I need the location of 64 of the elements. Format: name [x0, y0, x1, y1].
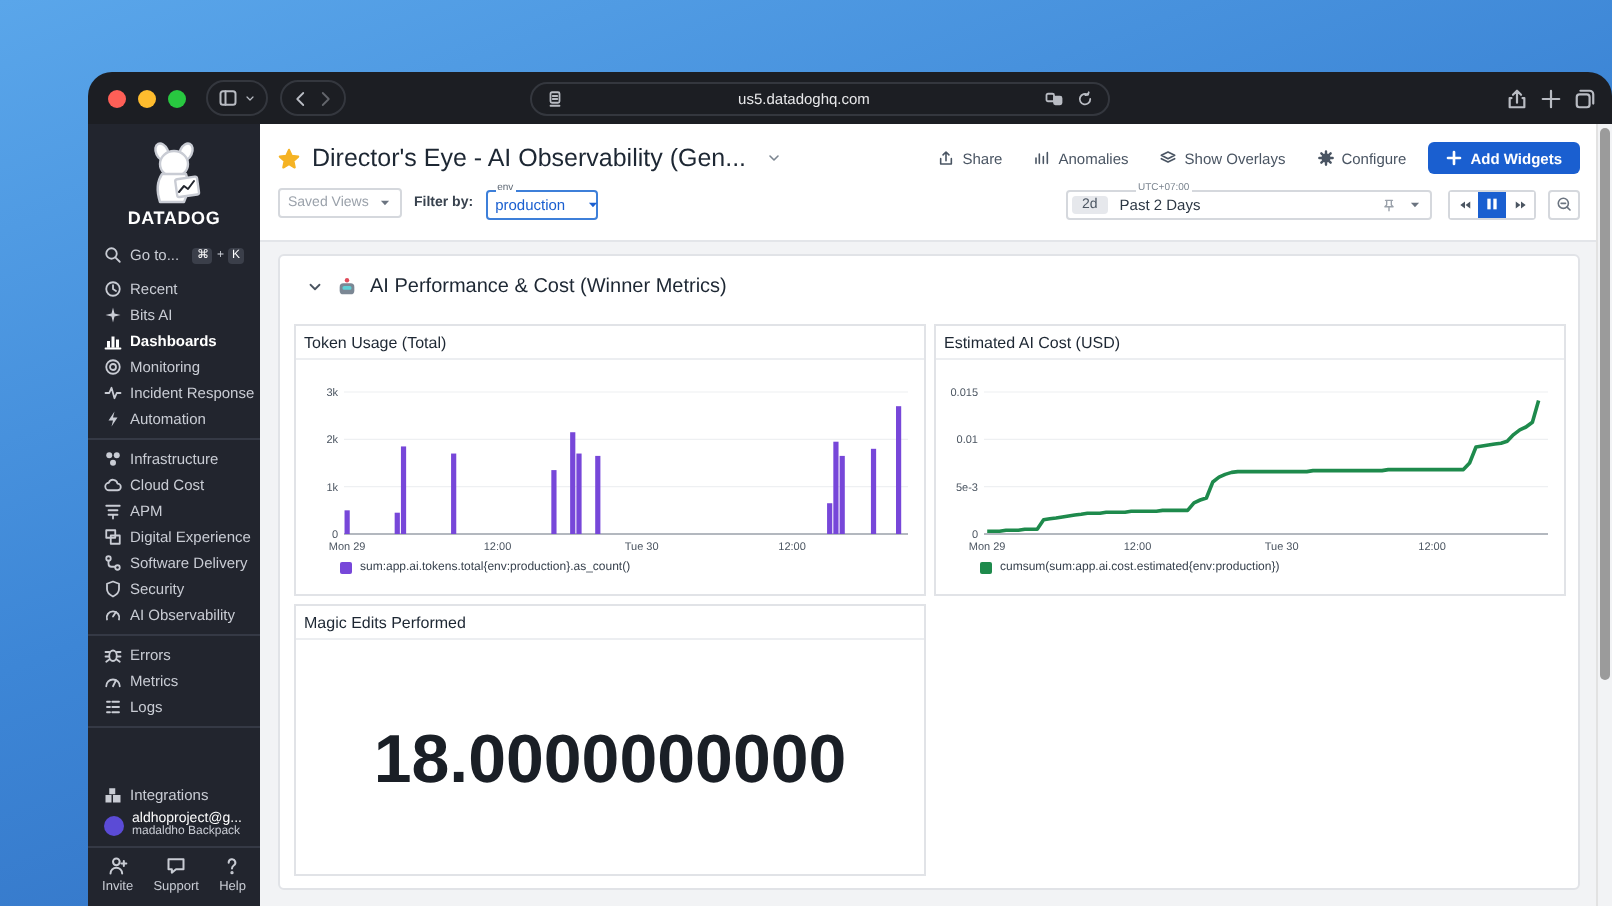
caret-icon[interactable]: [244, 92, 256, 104]
nodes-icon: [104, 450, 122, 468]
query-value: 18.0000000000: [373, 722, 847, 800]
search-icon: [104, 246, 122, 264]
translate-icon[interactable]: [1044, 89, 1064, 107]
caret-icon: [378, 195, 392, 209]
bar: [896, 406, 902, 534]
target-icon: [104, 358, 122, 376]
bars-icon: [1034, 150, 1051, 166]
maximize-button[interactable]: [168, 89, 186, 107]
reload-icon[interactable]: [1076, 89, 1094, 107]
share-icon: [938, 150, 955, 166]
shield-icon: [104, 580, 122, 598]
clock-icon: [104, 280, 122, 298]
plus-icon: [1446, 150, 1463, 166]
widget-title: Token Usage (Total): [304, 333, 447, 351]
bolt-icon: [104, 410, 122, 428]
scrollbar[interactable]: [1600, 128, 1610, 680]
caret-icon: [585, 197, 600, 211]
back-icon[interactable]: [292, 89, 310, 107]
blocks-icon: [104, 786, 122, 804]
fast-forward-icon: [1513, 197, 1527, 211]
pause-button[interactable]: [1478, 191, 1506, 217]
widget-title: Estimated AI Cost (USD): [944, 333, 1121, 351]
star-icon[interactable]: [278, 147, 300, 169]
caret-icon: [1408, 197, 1422, 211]
share-icon[interactable]: [1506, 87, 1528, 109]
person-plus-icon: [107, 856, 128, 876]
pin-icon: [1382, 197, 1396, 211]
bar: [870, 448, 877, 534]
bar-chart-icon: [104, 332, 122, 350]
logo-text: DATADOG: [127, 208, 221, 228]
page-icon[interactable]: [546, 89, 564, 107]
group-title: AI Performance & Cost (Winner Metrics): [370, 275, 727, 297]
bug-icon: [104, 646, 122, 664]
pause-icon: [1484, 196, 1500, 212]
pulse-icon: [104, 384, 122, 402]
minimize-button[interactable]: [138, 89, 156, 107]
gauge-icon: [104, 606, 122, 624]
bar: [451, 453, 457, 534]
bar: [595, 455, 601, 534]
settings-icon: [1317, 150, 1334, 166]
dashboard-title: Director's Eye - AI Observability (Gen...: [312, 144, 747, 172]
branch-icon: [104, 554, 122, 572]
bar: [344, 510, 350, 534]
chat-icon: [166, 856, 187, 876]
window-icon: [104, 528, 122, 546]
bar: [551, 470, 557, 534]
robot-icon: [336, 275, 358, 297]
tabs-icon[interactable]: [1574, 87, 1596, 109]
widget-title: Magic Edits Performed: [304, 613, 466, 631]
sparkle-icon: [104, 306, 122, 324]
plus-icon[interactable]: [1540, 87, 1562, 109]
zoom-out-icon: [1556, 196, 1572, 212]
sidebar-icon[interactable]: [218, 88, 238, 108]
list-icon: [104, 502, 122, 520]
lines-icon: [104, 698, 122, 716]
rewind-icon: [1457, 197, 1471, 211]
zoom-out-button[interactable]: [1548, 189, 1580, 219]
close-button[interactable]: [108, 89, 126, 107]
forward-icon[interactable]: [316, 89, 334, 107]
layers-icon: [1160, 150, 1177, 166]
cloud-icon: [104, 476, 122, 494]
avatar[interactable]: [104, 815, 124, 835]
